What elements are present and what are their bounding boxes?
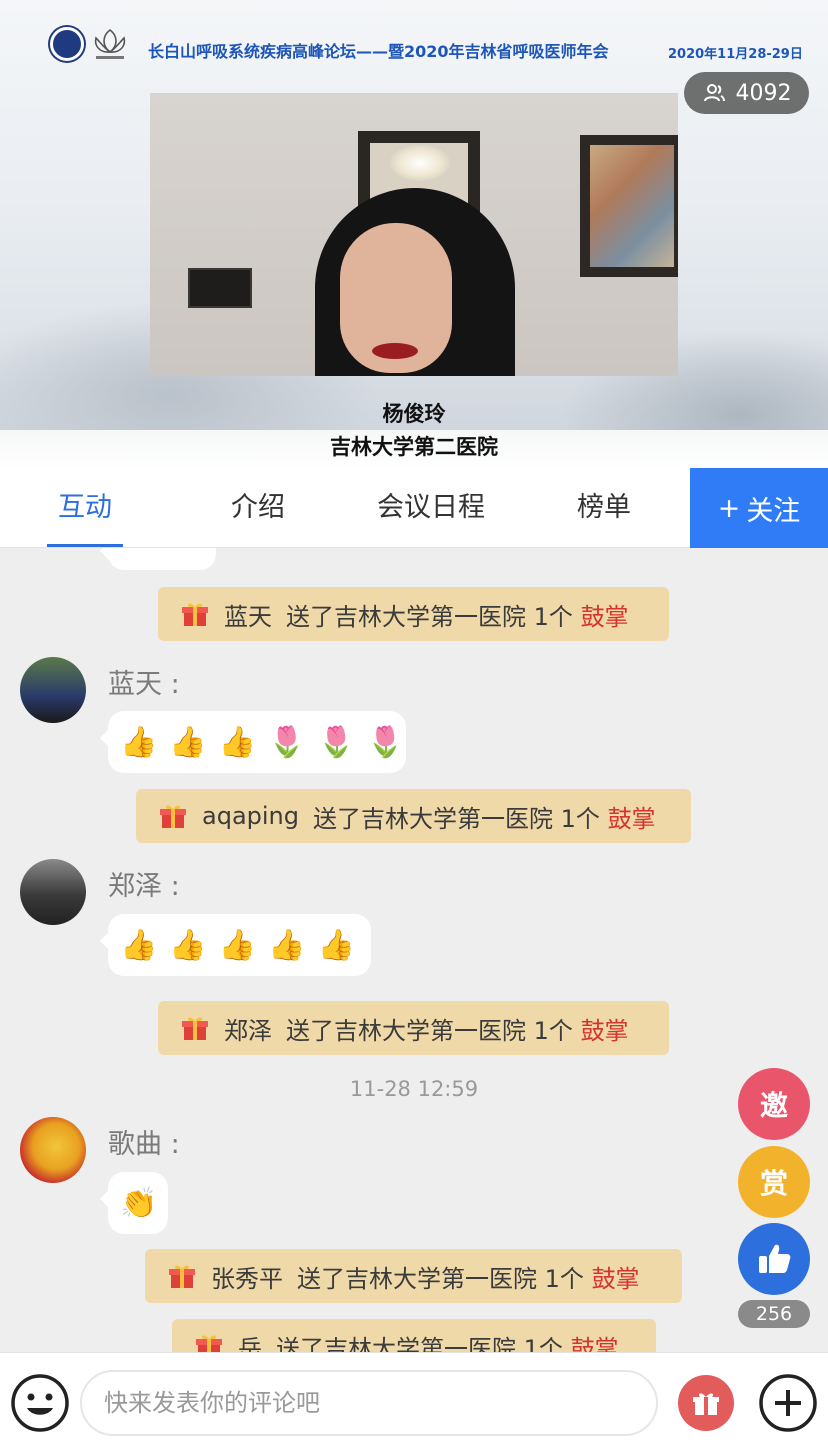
thumbs-up-icon: 👍 [120,927,158,963]
viewers-icon [703,84,725,102]
gift-notice: 郑泽 送了吉林大学第一医院 1个 鼓掌 [158,1001,669,1055]
viewer-count-badge: 4092 [684,72,809,114]
chat-username: 蓝天 : [108,669,180,700]
chat-username: 歌曲 : [108,1129,180,1160]
plus-icon: + [717,492,741,524]
event-logos [50,26,130,62]
live-video-player[interactable] [150,93,678,376]
chat-bubble: 👍 👍 👍 🌷 🌷 🌷 [100,711,406,773]
wall-switch [188,268,252,308]
gift-text: 送了吉林大学第一医院 1个 鼓掌 [297,1264,640,1293]
tab-introduction[interactable]: 介绍 [208,468,308,548]
chat-stream[interactable]: 蓝天 送了吉林大学第一医院 1个 鼓掌 蓝天 : 👍 👍 👍 🌷 🌷 🌷 aqa… [0,548,828,1352]
gift-icon [182,603,208,626]
thumbs-up-icon: 👍 [317,927,355,963]
thumbs-up-icon [759,1244,791,1273]
thumbs-up-icon: 👍 [218,724,257,760]
comment-input[interactable]: 快来发表你的评论吧 [80,1370,658,1436]
gift-icon [196,1335,222,1352]
avatar[interactable] [20,1117,86,1183]
wall-painting [580,135,678,277]
active-tab-indicator [47,544,123,547]
gift-sender: 张秀平 [211,1264,283,1293]
gift-sender: 蓝天 [224,602,272,631]
add-more-icon[interactable] [758,1373,818,1433]
thumbs-up-icon: 👍 [268,927,306,963]
thumbs-up-icon: 👍 [218,927,257,963]
chat-bubble: 👏 [100,1172,168,1234]
like-count: 256 [738,1300,810,1328]
avatar[interactable] [20,859,86,925]
gift-sender: 郑泽 [224,1016,272,1045]
tulip-icon: 🌷 [268,724,306,760]
chat-bubble-partial [100,548,216,570]
gift-text: 送了吉林大学第一医院 1个 鼓掌 [286,602,629,631]
gift-text: 送了吉林大学第一医院 1个 鼓掌 [286,1016,629,1045]
event-date: 2020年11月28-29日 [668,47,803,62]
gift-icon [182,1017,208,1040]
follow-label: 关注 [746,495,801,527]
chat-bubble: 👍 👍 👍 👍 👍 [100,914,371,976]
like-button[interactable] [738,1223,810,1295]
invite-button[interactable]: 邀 [738,1068,810,1140]
speaker-organization: 吉林大学第二医院 [330,435,498,459]
thumbs-up-icon: 👍 [169,927,207,963]
gift-icon [169,1265,195,1288]
reward-label: 赏 [759,1167,788,1200]
gift-sender: aqaping [202,802,299,830]
micomme-logo-icon [90,26,130,62]
gift-notice: 蓝天 送了吉林大学第一医院 1个 鼓掌 [158,587,669,641]
clapping-hands-icon: 👏 [120,1185,158,1221]
thumbs-up-icon: 👍 [169,724,207,760]
speaker-name: 杨俊玲 [382,402,446,426]
chat-username: 郑泽 : [108,871,180,902]
association-logo-icon [50,27,84,61]
gift-notice: 张秀平 送了吉林大学第一医院 1个 鼓掌 [145,1249,682,1303]
tulip-icon: 🌷 [366,724,405,760]
event-title: 长白山呼吸系统疾病高峰论坛——暨2020年吉林省呼吸医师年会 [148,42,609,61]
gift-text: 送了吉林大学第一医院 1个 鼓掌 [276,1334,619,1353]
follow-button[interactable]: + 关注 [690,468,828,548]
emoji-icon[interactable] [10,1373,70,1433]
chat-timestamp: 11-28 12:59 [349,1077,479,1101]
tulip-icon: 🌷 [317,724,355,760]
gift-sender: 岳 [238,1334,262,1353]
tab-leaderboard[interactable]: 榜单 [554,468,654,548]
invite-label: 邀 [759,1089,788,1122]
gift-icon [693,1393,719,1415]
tab-interaction[interactable]: 互动 [35,468,135,548]
gift-text: 送了吉林大学第一医院 1个 鼓掌 [313,804,656,833]
gift-icon [160,805,186,828]
tab-schedule[interactable]: 会议日程 [360,468,502,548]
gift-notice: aqaping 送了吉林大学第一医院 1个 鼓掌 [136,789,691,843]
viewer-count: 4092 [735,80,792,106]
avatar[interactable] [20,657,86,723]
send-gift-button[interactable] [678,1375,734,1431]
thumbs-up-icon: 👍 [120,724,158,760]
reward-button[interactable]: 赏 [738,1146,810,1218]
gift-notice: 岳 送了吉林大学第一医院 1个 鼓掌 [172,1319,656,1352]
